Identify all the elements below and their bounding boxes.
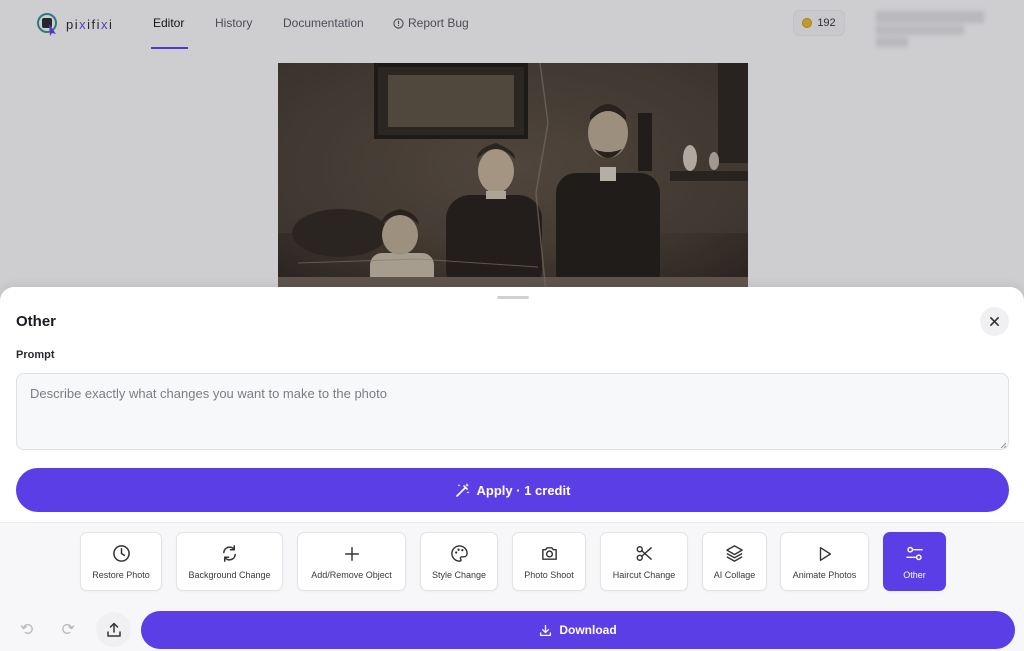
scissors-icon	[636, 546, 652, 561]
prompt-label: Prompt	[16, 349, 55, 361]
close-button[interactable]	[980, 307, 1009, 336]
tool-label: Restore Photo	[92, 569, 150, 580]
drag-handle[interactable]	[497, 296, 529, 299]
tool-label: Animate Photos	[792, 569, 857, 580]
undo-icon	[20, 623, 33, 634]
redo-icon	[62, 623, 75, 634]
tool-restore-photo[interactable]: Restore Photo	[80, 532, 162, 591]
tool-ai-collage[interactable]: AI Collage	[702, 532, 767, 591]
sliders-icon	[906, 546, 923, 561]
undo-button[interactable]	[16, 617, 38, 641]
resize-grip-icon[interactable]	[999, 441, 1007, 449]
play-icon	[819, 546, 831, 561]
clock-icon	[112, 545, 130, 562]
refresh-icon	[223, 545, 236, 562]
download-icon	[540, 624, 552, 636]
tool-photo-shoot[interactable]: Photo Shoot	[512, 532, 586, 591]
layers-icon	[726, 545, 743, 562]
plus-icon	[344, 546, 359, 561]
camera-icon	[541, 547, 557, 560]
tool-other[interactable]: Other	[883, 532, 946, 591]
palette-icon	[450, 545, 468, 562]
close-icon	[990, 317, 999, 326]
tool-animate-photos[interactable]: Animate Photos	[780, 532, 869, 591]
tool-label: Add/Remove Object	[311, 569, 392, 580]
magic-wand-icon	[455, 483, 469, 497]
edit-bottom-sheet: Other Prompt Apply · 1 credit Restore Ph…	[0, 287, 1024, 651]
apply-button-label: Apply · 1 credit	[476, 482, 571, 498]
tool-background-change[interactable]: Background Change	[176, 532, 283, 591]
prompt-textarea[interactable]	[16, 373, 1009, 450]
tool-style-change[interactable]: Style Change	[420, 532, 498, 591]
tool-haircut-change[interactable]: Haircut Change	[600, 532, 688, 591]
download-button-label: Download	[559, 623, 617, 637]
tool-add-remove-object[interactable]: Add/Remove Object	[297, 532, 406, 591]
share-upload-icon	[106, 622, 121, 637]
tool-label: Photo Shoot	[524, 569, 574, 580]
apply-button[interactable]: Apply · 1 credit	[16, 468, 1009, 512]
redo-button[interactable]	[57, 617, 79, 641]
tool-label: Style Change	[431, 569, 487, 580]
tool-label: AI Collage	[713, 569, 756, 580]
tool-label: Other	[903, 569, 926, 580]
share-button[interactable]	[96, 612, 131, 647]
download-button[interactable]: Download	[141, 611, 1015, 649]
tool-label: Haircut Change	[612, 569, 676, 580]
tool-label: Background Change	[188, 569, 271, 580]
sheet-title: Other	[16, 313, 57, 330]
